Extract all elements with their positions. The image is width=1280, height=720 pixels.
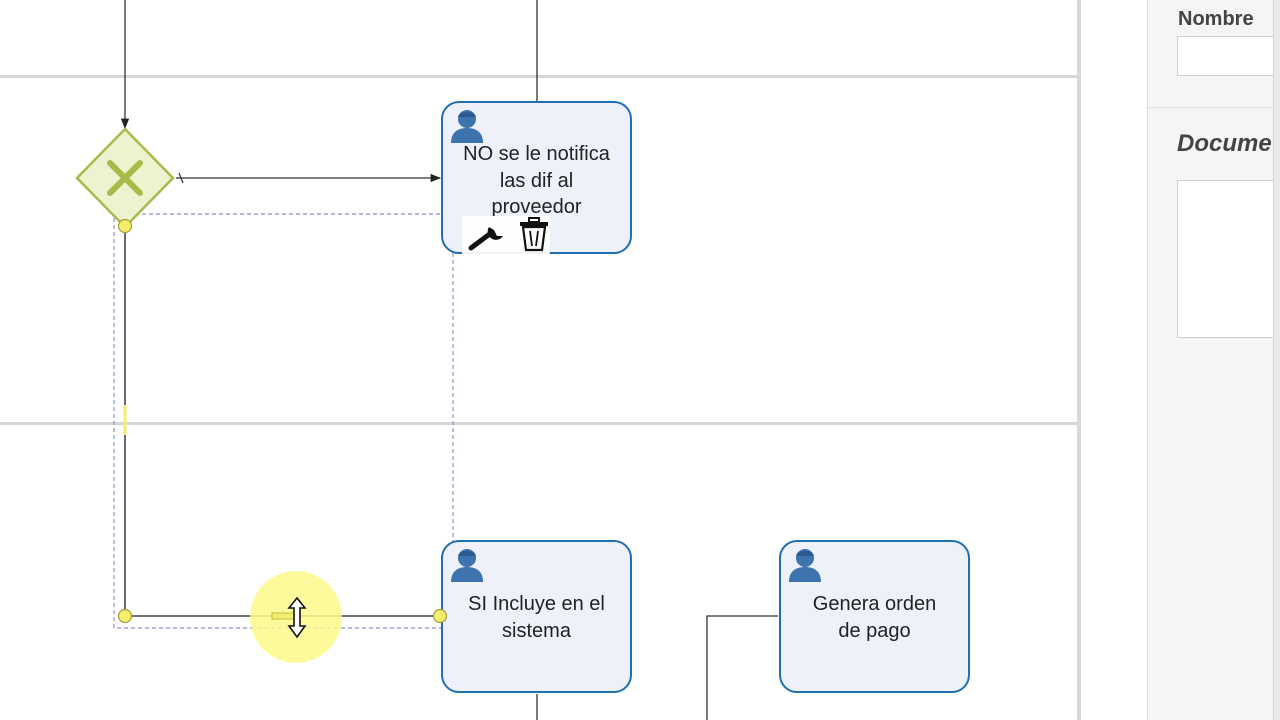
documentation-label: Docume [1177, 130, 1272, 157]
wrench-icon[interactable] [467, 218, 507, 254]
properties-panel: Nombre Docume [1147, 0, 1280, 720]
task-genera[interactable]: Genera orden de pago [779, 540, 970, 693]
panel-gutter [1081, 0, 1147, 720]
name-label: Nombre [1178, 8, 1254, 30]
exclusive-gateway-icon[interactable] [70, 126, 180, 226]
user-task-icon [451, 549, 483, 582]
panel-separator [1148, 107, 1280, 108]
task-label: NO se le notifica las dif al proveedor [463, 143, 610, 218]
selection-box [113, 213, 454, 629]
user-task-icon [789, 549, 821, 582]
user-task-icon [451, 110, 483, 143]
documentation-textarea[interactable] [1177, 180, 1280, 338]
selected-flow-gateway-to-incluye [124, 226, 440, 617]
name-input[interactable] [1177, 36, 1280, 76]
task-label: SI Incluye en el sistema [468, 593, 605, 642]
bpmn-canvas[interactable]: NO se le notifica las dif al proveedor S… [0, 0, 1080, 720]
task-incluye[interactable]: SI Incluye en el sistema [441, 540, 632, 693]
vertical-scrollbar[interactable] [1273, 0, 1280, 720]
trash-icon[interactable] [518, 217, 550, 253]
flow-genera [706, 615, 778, 720]
task-label: Genera orden de pago [812, 593, 937, 642]
